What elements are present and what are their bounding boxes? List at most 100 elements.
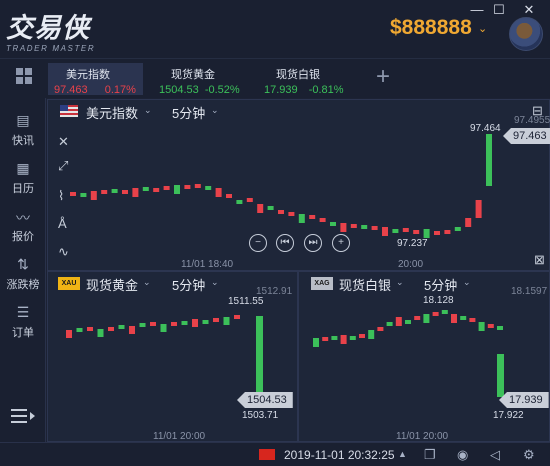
candle: [213, 318, 219, 322]
candle: [70, 192, 76, 196]
candle: [160, 324, 167, 332]
sidebar-item-ranking[interactable]: ⇅ 涨跌榜: [0, 256, 46, 292]
candle: [441, 310, 448, 314]
candle: [111, 189, 118, 193]
silver-chart-panel: XAG 现货白银 ⌄ 5分钟 ⌄ 18.1597 18.128 17.922 1…: [298, 271, 550, 442]
gold-chart-panel: XAU 现货黄金 ⌄ 5分钟 ⌄ 1512.91 1511.55 1503.71…: [47, 271, 298, 442]
candle: [392, 229, 399, 233]
sidebar-item-label: 订单: [12, 327, 34, 339]
candle: [215, 188, 222, 197]
menu-icon[interactable]: [11, 408, 35, 424]
current-price-tag: 17.939: [499, 392, 549, 408]
candle: [192, 319, 198, 327]
current-price-tag: 97.463: [503, 128, 550, 144]
candle: [497, 354, 504, 397]
sidebar-item-calendar[interactable]: ▦ 日历: [0, 160, 46, 196]
quote-icon: 〰: [16, 210, 30, 226]
candle: [434, 231, 440, 235]
grid-layout-icon[interactable]: [16, 68, 32, 84]
zoom-out-button[interactable]: −: [249, 234, 267, 252]
camera-icon[interactable]: ◉: [457, 447, 468, 463]
add-ticker-button[interactable]: +: [376, 63, 390, 91]
account-balance[interactable]: $888888: [390, 16, 472, 40]
order-icon: ☰: [16, 304, 30, 320]
candle: [377, 327, 384, 331]
scroll-right-icon[interactable]: ⊠: [534, 252, 545, 268]
sidebar-item-quote[interactable]: 〰 报价: [0, 208, 46, 244]
ticker-bar: 美元指数 97.463 0.17% 现货黄金 1504.53 -0.52% 现货…: [0, 58, 550, 98]
candle: [465, 218, 472, 227]
candle: [223, 317, 230, 325]
logo-text-cn: 交易侠: [6, 13, 90, 44]
ticker-change: 0.17%: [104, 84, 136, 96]
sidebar-item-label: 日历: [12, 183, 34, 195]
candle: [469, 318, 476, 322]
left-sidebar: ▤ 快讯 ▦ 日历 〰 报价 ⇅ 涨跌榜 ☰ 订单: [0, 98, 46, 442]
candle: [460, 316, 467, 320]
candle: [236, 200, 243, 204]
candle: [454, 227, 461, 231]
cn-flag-icon: [259, 449, 275, 460]
candle: [340, 335, 347, 344]
candle: [487, 324, 494, 328]
calendar-icon: ▦: [16, 160, 30, 176]
candle: [350, 224, 357, 228]
ticker-name: 现货白银: [276, 69, 320, 81]
candle: [405, 320, 411, 324]
chevron-down-icon[interactable]: ⌄: [478, 22, 487, 35]
candle: [267, 206, 274, 210]
candle: [386, 322, 393, 326]
high-price-label: 18.128: [423, 295, 454, 306]
mute-icon[interactable]: ◁: [490, 447, 500, 463]
ticker-change: -0.81%: [308, 84, 344, 96]
candle: [234, 315, 240, 319]
close-button[interactable]: ✕: [520, 2, 538, 18]
previous-button[interactable]: ⏮: [276, 234, 294, 252]
candle: [205, 186, 212, 190]
logo-text-en: TRADER MASTER: [6, 44, 96, 53]
title-bar: 交易侠 TRADER MASTER $888888 ⌄ — ☐ ✕: [0, 0, 550, 58]
candle: [97, 329, 104, 337]
candle: [129, 326, 135, 334]
candle: [153, 188, 160, 192]
ticker-change: -0.52%: [204, 84, 240, 96]
candle: [319, 218, 326, 222]
avatar[interactable]: [509, 17, 543, 51]
candle: [246, 198, 253, 202]
candle: [101, 190, 108, 194]
settings-icon[interactable]: ⚙: [523, 447, 535, 463]
candle: [414, 316, 421, 320]
ticker-name: 现货黄金: [171, 69, 215, 81]
candle: [202, 320, 209, 324]
maximize-button[interactable]: ☐: [490, 2, 508, 18]
ticker-silver[interactable]: 现货白银 17.939 -0.81%: [258, 63, 353, 96]
news-icon: ▤: [16, 112, 30, 128]
main-chart-panel: 美元指数 ⌄ 5分钟 ⌄ ⊟ 97.4955 ✕ ⤢ ⌇ Å ∿ 97.464 …: [47, 99, 550, 271]
candle: [226, 194, 232, 198]
chevron-up-icon[interactable]: ▲: [398, 449, 407, 459]
candle: [309, 215, 316, 219]
candle: [331, 336, 338, 340]
current-price-tag: 1504.53: [237, 392, 293, 408]
time-label: 11/01 20:00: [153, 431, 206, 442]
candle: [118, 325, 125, 329]
window-icon[interactable]: ❐: [424, 447, 436, 463]
candle: [395, 317, 402, 326]
candle: [371, 226, 378, 230]
candle: [475, 200, 482, 218]
status-bar: 2019-11-01 20:32:25 ▲ ❐ ◉ ◁ ⚙: [0, 442, 550, 466]
minimize-button[interactable]: —: [468, 2, 486, 18]
candle: [382, 227, 388, 236]
sidebar-item-news[interactable]: ▤ 快讯: [0, 112, 46, 148]
sidebar-item-order[interactable]: ☰ 订单: [0, 304, 46, 340]
app-window: 交易侠 TRADER MASTER $888888 ⌄ — ☐ ✕ 美元指数 9…: [0, 0, 550, 466]
zoom-in-button[interactable]: +: [332, 234, 350, 252]
next-button[interactable]: ⏭: [304, 234, 322, 252]
candle: [444, 230, 451, 234]
candle: [497, 326, 503, 330]
ticker-gold[interactable]: 现货黄金 1504.53 -0.52%: [153, 63, 248, 96]
candle: [163, 186, 170, 190]
ticker-usd-index[interactable]: 美元指数 97.463 0.17%: [48, 63, 143, 96]
time-label: 20:00: [398, 259, 424, 270]
candle: [330, 222, 336, 226]
